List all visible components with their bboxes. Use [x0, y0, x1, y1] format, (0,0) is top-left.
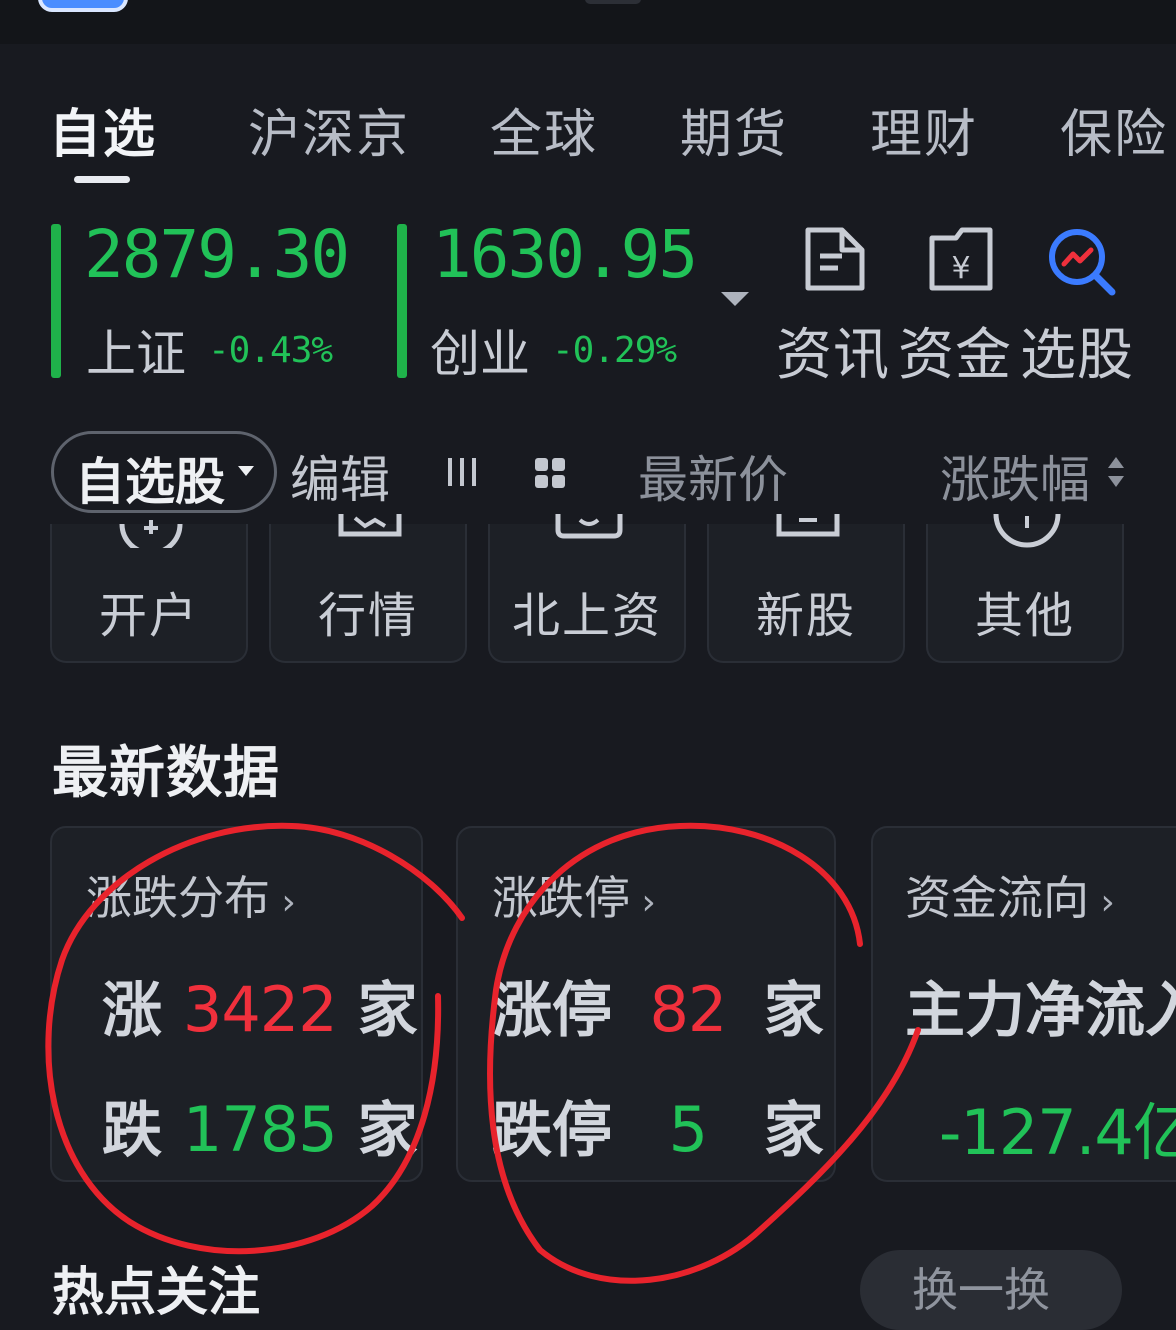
index-trend-bar	[397, 224, 407, 378]
shortcut-label: 行情	[317, 588, 418, 644]
main-net-inflow-label: 主力净流入	[905, 976, 1176, 1046]
index-value: 1630.95	[432, 216, 698, 293]
chevron-right-icon: ›	[630, 882, 656, 923]
tab-wealth[interactable]: 理财	[870, 92, 978, 167]
advancers-unit: 家	[357, 976, 418, 1046]
decliners-unit: 家	[357, 1096, 418, 1166]
tab-global[interactable]: 全球	[490, 92, 598, 167]
yuan-wallet-icon[interactable]: ¥	[928, 226, 994, 296]
decliners-row: 跌 1785 家	[102, 1082, 418, 1169]
card-title-text: 涨跌停	[492, 871, 630, 925]
index-trend-bar	[51, 224, 61, 378]
tool-funds-label[interactable]: 资金	[898, 310, 1012, 391]
shortcut-quotes[interactable]: 行情	[269, 514, 467, 663]
index-chinext[interactable]: 1630.95 创业 -0.29%	[394, 216, 704, 383]
active-tab-indicator	[74, 176, 130, 183]
index-value: 2879.30	[84, 216, 350, 293]
card-title: 资金流向 ›	[905, 862, 1115, 928]
column-latest-price[interactable]: 最新价	[638, 440, 788, 512]
watchlist-group-label[interactable]: 自选股	[75, 442, 225, 514]
tool-news-label[interactable]: 资讯	[776, 310, 890, 391]
index-name: 创业	[430, 325, 530, 383]
tab-futures[interactable]: 期货	[680, 92, 788, 167]
tool-screener-label[interactable]: 选股	[1020, 310, 1134, 391]
more-circle-icon	[993, 514, 1061, 548]
capital-flow-card[interactable]: 资金流向 › 主力净流入 -127.4亿	[871, 826, 1176, 1182]
edit-button[interactable]: 编辑	[290, 440, 390, 512]
grid-view-icon[interactable]	[533, 456, 567, 494]
shortcut-northbound[interactable]: 北上资	[488, 514, 686, 663]
limit-up-row: 涨停 82 家	[492, 962, 824, 1049]
decliners-count: 1785	[182, 1093, 338, 1166]
refresh-label[interactable]: 换一换	[912, 1254, 1050, 1320]
hot-topics-title: 热点关注	[52, 1263, 261, 1323]
sort-icon[interactable]	[1106, 455, 1126, 493]
index-shanghai[interactable]: 2879.30 上证 -0.43%	[48, 216, 358, 383]
limit-card[interactable]: 涨跌停 › 涨停 82 家 跌停 5 家	[456, 826, 836, 1182]
column-change-pct[interactable]: 涨跌幅	[940, 440, 1090, 512]
status-strip	[0, 0, 1176, 44]
distribution-card[interactable]: 涨跌分布 › 涨 3422 家 跌 1785 家	[50, 826, 423, 1182]
limit-down-row: 跌停 5 家	[492, 1082, 824, 1169]
shortcut-label: 新股	[755, 588, 856, 644]
ipo-icon	[776, 514, 840, 537]
shortcut-label: 其他	[974, 588, 1075, 644]
limit-down-unit: 家	[763, 1096, 824, 1166]
advancers-count: 3422	[182, 973, 338, 1046]
limit-down-label: 跌停	[492, 1096, 612, 1166]
index-change: -0.29%	[552, 330, 677, 371]
advancers-row: 涨 3422 家	[102, 962, 418, 1049]
shortcut-label: 北上资	[511, 588, 662, 644]
shortcut-other[interactable]: 其他	[926, 514, 1124, 663]
tab-insurance[interactable]: 保险	[1060, 92, 1168, 167]
document-icon[interactable]	[802, 226, 868, 296]
chevron-down-icon	[238, 466, 254, 476]
shortcut-ipo[interactable]: 新股	[707, 514, 905, 663]
limit-up-unit: 家	[763, 976, 824, 1046]
index-name: 上证	[86, 325, 186, 383]
add-circle-icon	[119, 520, 183, 548]
shortcut-open-account[interactable]: 开户	[50, 520, 248, 663]
tab-watchlist[interactable]: 自选	[49, 92, 157, 167]
stock-search-icon[interactable]	[1046, 226, 1118, 300]
tab-a-shares[interactable]: 沪深京	[248, 92, 410, 167]
card-title-text: 涨跌分布	[86, 871, 270, 925]
svg-text:¥: ¥	[951, 251, 970, 286]
list-view-icon[interactable]	[446, 456, 480, 492]
card-title: 涨跌分布 ›	[86, 862, 296, 928]
chevron-right-icon: ›	[1089, 882, 1115, 923]
limit-up-label: 涨停	[492, 976, 612, 1046]
notch-indicator	[585, 0, 641, 4]
advancers-label: 涨	[102, 976, 162, 1046]
card-title: 涨跌停 ›	[492, 862, 656, 928]
index-expand-icon[interactable]	[721, 292, 749, 306]
section-title: 最新数据	[52, 741, 280, 806]
chart-icon	[338, 514, 402, 537]
limit-up-count: 82	[649, 973, 727, 1046]
limit-down-count: 5	[668, 1093, 708, 1166]
card-title-text: 资金流向	[905, 871, 1089, 925]
decliners-label: 跌	[102, 1096, 162, 1166]
chevron-right-icon: ›	[270, 882, 296, 923]
shortcut-label: 开户	[98, 588, 199, 644]
money-icon	[555, 514, 623, 539]
index-change: -0.43%	[208, 330, 333, 371]
main-net-inflow-value-row: -127.4亿	[939, 1082, 1176, 1172]
app-logo	[38, 0, 128, 12]
main-net-inflow-value: -127.4亿	[939, 1096, 1176, 1169]
